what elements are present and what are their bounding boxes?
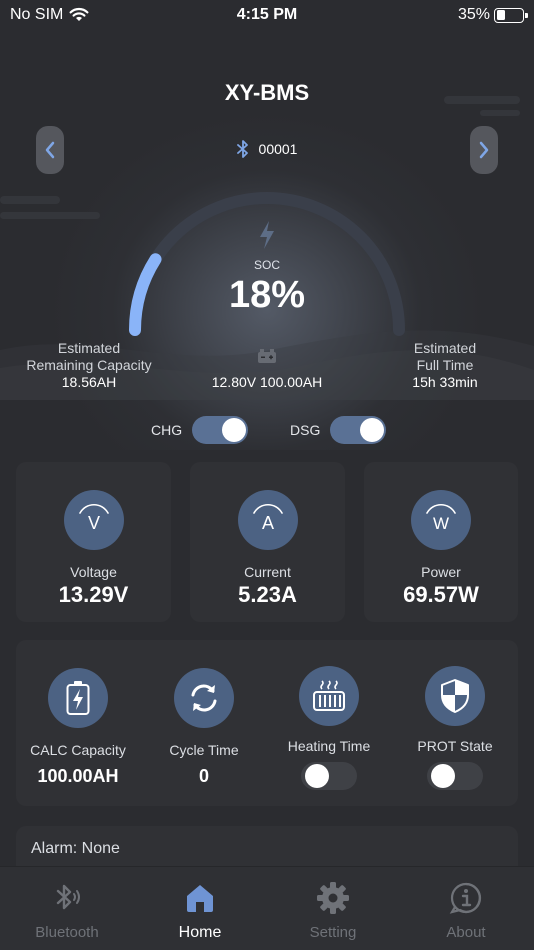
remaining-capacity-value: 18.56AH [61, 374, 117, 390]
soc-label: SOC [253, 258, 280, 272]
chg-switch-row: CHG [151, 416, 249, 444]
tab-label: Home [178, 924, 222, 941]
heater-icon [299, 666, 359, 726]
svg-text:V: V [87, 513, 99, 533]
gear-icon [317, 882, 349, 914]
dsg-label: DSG [290, 422, 321, 438]
info-icon [449, 882, 482, 914]
cycle-time-item: Cycle Time 0 [144, 668, 264, 787]
lightning-icon [260, 221, 274, 249]
tab-label: Bluetooth [35, 924, 99, 941]
heating-time-item: Heating Time [269, 666, 389, 790]
full-time-value: 15h 33min [412, 374, 478, 390]
battery-charge-icon [48, 668, 108, 728]
soc-value: 18% [228, 274, 306, 316]
heating-time-label: Heating Time [287, 738, 371, 754]
voltage-value: 13.29V [58, 582, 129, 607]
svg-text:A: A [261, 513, 273, 533]
battery-icon [258, 349, 276, 363]
tab-label: About [446, 924, 486, 941]
power-metric: W Power 69.57W [364, 490, 518, 608]
calc-capacity-item: CALC Capacity 100.00AH [18, 668, 138, 787]
calc-capacity-label: CALC Capacity [30, 742, 126, 758]
calc-capacity-value: 100.00AH [37, 766, 119, 786]
bluetooth-icon [56, 884, 80, 910]
current-value: 5.23A [238, 582, 297, 607]
voltage-metric: V Voltage 13.29V [16, 490, 171, 608]
prot-state-label: PROT State [417, 738, 493, 754]
prot-state-toggle[interactable] [427, 762, 483, 790]
cycle-icon [174, 668, 234, 728]
tab-setting[interactable]: Setting [278, 881, 388, 941]
alarm-card: Alarm: None [16, 826, 518, 870]
current-metric: A Current 5.23A [190, 490, 345, 608]
home-icon [187, 885, 213, 912]
power-icon: W [411, 490, 471, 550]
svg-text:W: W [433, 514, 449, 533]
battery-spec: 12.80V 100.00AH [180, 348, 354, 391]
tab-about[interactable]: About [411, 881, 521, 941]
tab-home[interactable]: Home [145, 881, 255, 942]
dsg-switch-row: DSG [290, 416, 387, 444]
shield-icon [425, 666, 485, 726]
tab-bluetooth[interactable]: Bluetooth [12, 881, 122, 941]
battery-spec-value: 12.80V 100.00AH [211, 374, 323, 390]
tab-bar: Bluetooth Home Setting About [0, 866, 534, 950]
prot-state-item: PROT State [395, 666, 515, 790]
power-label: Power [421, 564, 461, 580]
dsg-toggle[interactable] [330, 416, 387, 444]
voltage-icon: V [63, 490, 124, 550]
remaining-capacity: Estimated Remaining Capacity 18.56AH [14, 340, 164, 391]
chg-label: CHG [151, 422, 183, 438]
heating-time-toggle[interactable] [301, 762, 357, 790]
current-label: Current [244, 564, 291, 580]
cycle-time-label: Cycle Time [169, 742, 239, 758]
full-time: Estimated Full Time 15h 33min [385, 340, 505, 391]
alarm-text: Alarm: None [31, 840, 120, 857]
tab-label: Setting [309, 924, 357, 941]
current-icon: A [237, 490, 298, 550]
cycle-time-value: 0 [198, 766, 209, 786]
chg-toggle[interactable] [192, 416, 249, 444]
voltage-label: Voltage [70, 564, 117, 580]
power-value: 69.57W [403, 582, 479, 607]
